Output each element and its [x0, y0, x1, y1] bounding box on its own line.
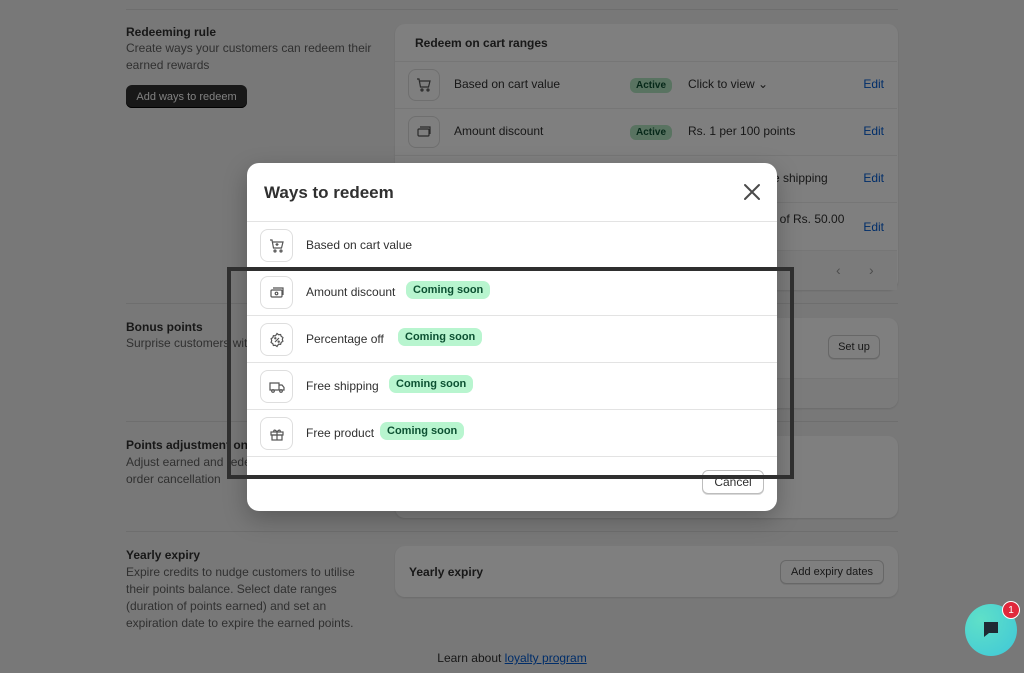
notification-badge: 1: [1002, 601, 1020, 619]
modal-title: Ways to redeem: [264, 183, 394, 202]
option-label: Based on cart value: [306, 238, 413, 252]
redeem-option-based-on-cart-value[interactable]: Based on cart value: [247, 222, 777, 269]
highlight-box: [227, 267, 794, 479]
close-icon[interactable]: [742, 182, 762, 202]
cart-icon: [260, 229, 293, 262]
chat-bubble-icon: [981, 619, 1001, 642]
